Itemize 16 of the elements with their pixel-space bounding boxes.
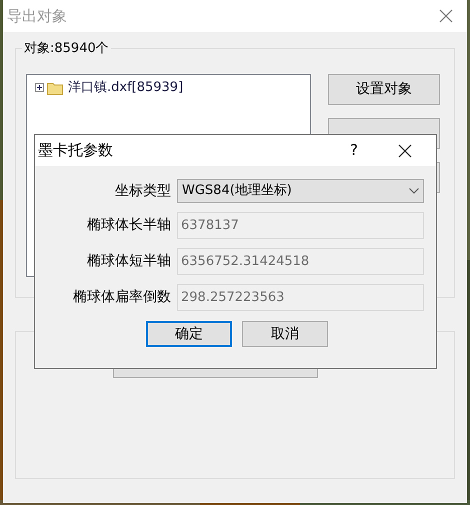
cancel-button[interactable]: 取消 <box>242 321 328 347</box>
field-label: 坐标类型 <box>114 182 171 200</box>
ok-button[interactable]: 确定 <box>146 321 232 347</box>
chevron-down-icon <box>409 188 419 194</box>
field-label: 椭球体扁率倒数 <box>72 288 171 307</box>
expand-icon[interactable] <box>35 83 44 92</box>
tree-item[interactable]: 洋口镇.dxf[85939] <box>68 78 184 98</box>
field-label: 椭球体长半轴 <box>86 216 171 235</box>
folder-icon <box>47 80 63 95</box>
set-objects-button[interactable]: 设置对象 <box>328 74 440 105</box>
dialog-title: 墨卡托参数 <box>38 140 113 162</box>
field-label: 椭球体短半轴 <box>86 252 171 271</box>
coordinate-type-dropdown[interactable]: WGS84(地理坐标) <box>177 179 424 203</box>
close-icon[interactable] <box>398 144 412 158</box>
window-title: 导出对象 <box>7 6 67 27</box>
help-button[interactable]: ? <box>350 139 358 162</box>
